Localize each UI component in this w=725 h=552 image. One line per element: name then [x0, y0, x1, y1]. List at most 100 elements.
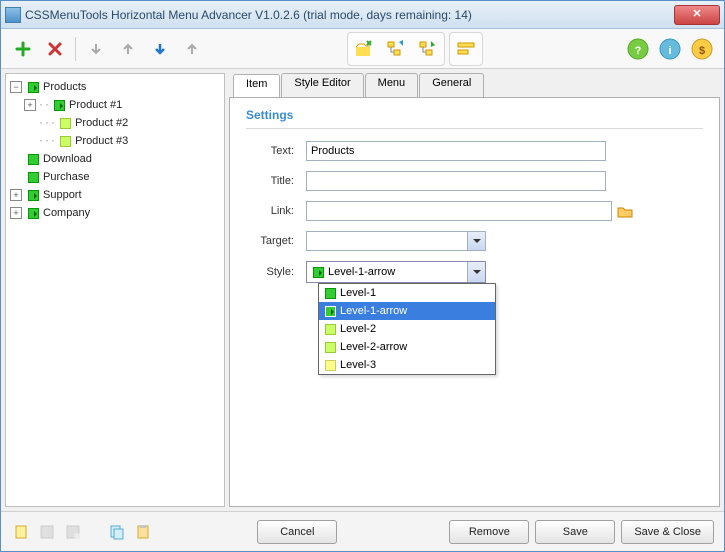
close-button[interactable]: ✕	[674, 5, 720, 25]
tree-node-purchase[interactable]: Purchase	[10, 168, 220, 186]
tree-label: Product #2	[75, 117, 128, 129]
tree-node-product3[interactable]: ··· Product #3	[24, 132, 220, 150]
app-icon	[5, 7, 21, 23]
label-title: Title:	[246, 175, 306, 187]
content-area: − Products + ·· Product #1 ··· Product #…	[1, 69, 724, 511]
tree-node-download[interactable]: Download	[10, 150, 220, 168]
node-icon	[28, 190, 39, 201]
tab-style-editor[interactable]: Style Editor	[281, 73, 363, 97]
tree-node-company[interactable]: + Company	[10, 204, 220, 222]
move-down-button[interactable]	[146, 35, 174, 63]
title-input[interactable]	[306, 171, 606, 191]
help-button[interactable]: ?	[624, 35, 652, 63]
node-icon	[54, 100, 65, 111]
expander-icon[interactable]: +	[10, 207, 22, 219]
row-title: Title:	[246, 171, 703, 191]
tree-label: Products	[43, 81, 86, 93]
tree-connector: ···	[38, 118, 56, 129]
toolbar-group-structure	[347, 32, 445, 66]
style-dropdown[interactable]: Level-1 Level-1-arrow Level-2 Level	[318, 283, 496, 375]
expander-blank	[10, 171, 22, 183]
option-label: Level-1	[340, 287, 376, 299]
node-icon	[28, 82, 39, 93]
new-file-icon[interactable]	[11, 522, 31, 542]
style-value-icon	[313, 267, 324, 278]
node-icon	[60, 118, 71, 129]
label-link: Link:	[246, 205, 306, 217]
tree-label: Purchase	[43, 171, 89, 183]
tree-panel[interactable]: − Products + ·· Product #1 ··· Product #…	[5, 73, 225, 507]
row-target: Target:	[246, 231, 703, 251]
target-select[interactable]	[306, 231, 486, 251]
save-button[interactable]: Save	[535, 520, 615, 544]
row-style: Style: Level-1-arrow Level-1 Lev	[246, 261, 703, 283]
chevron-down-icon	[467, 262, 485, 282]
tree-label: Support	[43, 189, 82, 201]
bottom-bar: Cancel Remove Save Save & Close	[1, 511, 724, 551]
tree-label: Download	[43, 153, 92, 165]
toolbar-group-layout	[449, 32, 483, 66]
expander-blank	[10, 153, 22, 165]
text-input[interactable]	[306, 141, 606, 161]
move-up-grey2-button[interactable]	[178, 35, 206, 63]
style-value: Level-1-arrow	[328, 266, 395, 278]
save-close-button[interactable]: Save & Close	[621, 520, 714, 544]
row-text: Text:	[246, 141, 703, 161]
paste-icon[interactable]	[133, 522, 153, 542]
move-down-grey-button[interactable]	[82, 35, 110, 63]
tree-node-support[interactable]: + Support	[10, 186, 220, 204]
svg-text:$: $	[699, 45, 705, 57]
purchase-button[interactable]: $	[688, 35, 716, 63]
remove-button[interactable]: Remove	[449, 520, 529, 544]
tree-node-product1[interactable]: + ·· Product #1	[24, 96, 220, 114]
copy-icon[interactable]	[107, 522, 127, 542]
browse-link-button[interactable]	[616, 203, 634, 219]
save-as-icon[interactable]	[63, 522, 83, 542]
open-button[interactable]	[350, 35, 378, 63]
svg-text:?: ?	[635, 45, 642, 57]
style-option-level3[interactable]: Level-3	[319, 356, 495, 374]
tab-menu[interactable]: Menu	[365, 73, 419, 97]
node-icon	[60, 136, 71, 147]
add-button[interactable]	[9, 35, 37, 63]
tree-node-product2[interactable]: ··· Product #2	[24, 114, 220, 132]
option-label: Level-3	[340, 359, 376, 371]
delete-button[interactable]	[41, 35, 69, 63]
option-label: Level-2	[340, 323, 376, 335]
layout-button[interactable]	[452, 35, 480, 63]
label-target: Target:	[246, 235, 306, 247]
section-title: Settings	[246, 106, 703, 129]
tab-strip: Item Style Editor Menu General	[229, 73, 720, 97]
cancel-button[interactable]: Cancel	[257, 520, 337, 544]
tree-connector: ···	[38, 136, 56, 147]
tab-item[interactable]: Item	[233, 74, 280, 98]
node-icon	[28, 172, 39, 183]
tree-node-products[interactable]: − Products	[10, 78, 220, 96]
window-title: CSSMenuTools Horizontal Menu Advancer V1…	[25, 8, 674, 22]
label-style: Style:	[246, 266, 306, 278]
expander-icon[interactable]: +	[24, 99, 36, 111]
expander-icon[interactable]: +	[10, 189, 22, 201]
link-input[interactable]	[306, 201, 612, 221]
style-select[interactable]: Level-1-arrow	[306, 261, 486, 283]
option-icon	[325, 306, 336, 317]
style-option-level2-arrow[interactable]: Level-2-arrow	[319, 338, 495, 356]
node-icon	[28, 208, 39, 219]
option-icon	[325, 360, 336, 371]
tab-general[interactable]: General	[419, 73, 484, 97]
tree-connector: ··	[38, 100, 50, 111]
option-icon	[325, 324, 336, 335]
expand-button[interactable]	[382, 35, 410, 63]
style-option-level1[interactable]: Level-1	[319, 284, 495, 302]
option-icon	[325, 342, 336, 353]
tree-label: Company	[43, 207, 90, 219]
style-option-level2[interactable]: Level-2	[319, 320, 495, 338]
style-option-level1-arrow[interactable]: Level-1-arrow	[319, 302, 495, 320]
move-up-grey-button[interactable]	[114, 35, 142, 63]
expander-blank	[24, 135, 36, 147]
save-file-icon[interactable]	[37, 522, 57, 542]
expander-icon[interactable]: −	[10, 81, 22, 93]
collapse-button[interactable]	[414, 35, 442, 63]
option-label: Level-1-arrow	[340, 305, 407, 317]
info-button[interactable]: i	[656, 35, 684, 63]
